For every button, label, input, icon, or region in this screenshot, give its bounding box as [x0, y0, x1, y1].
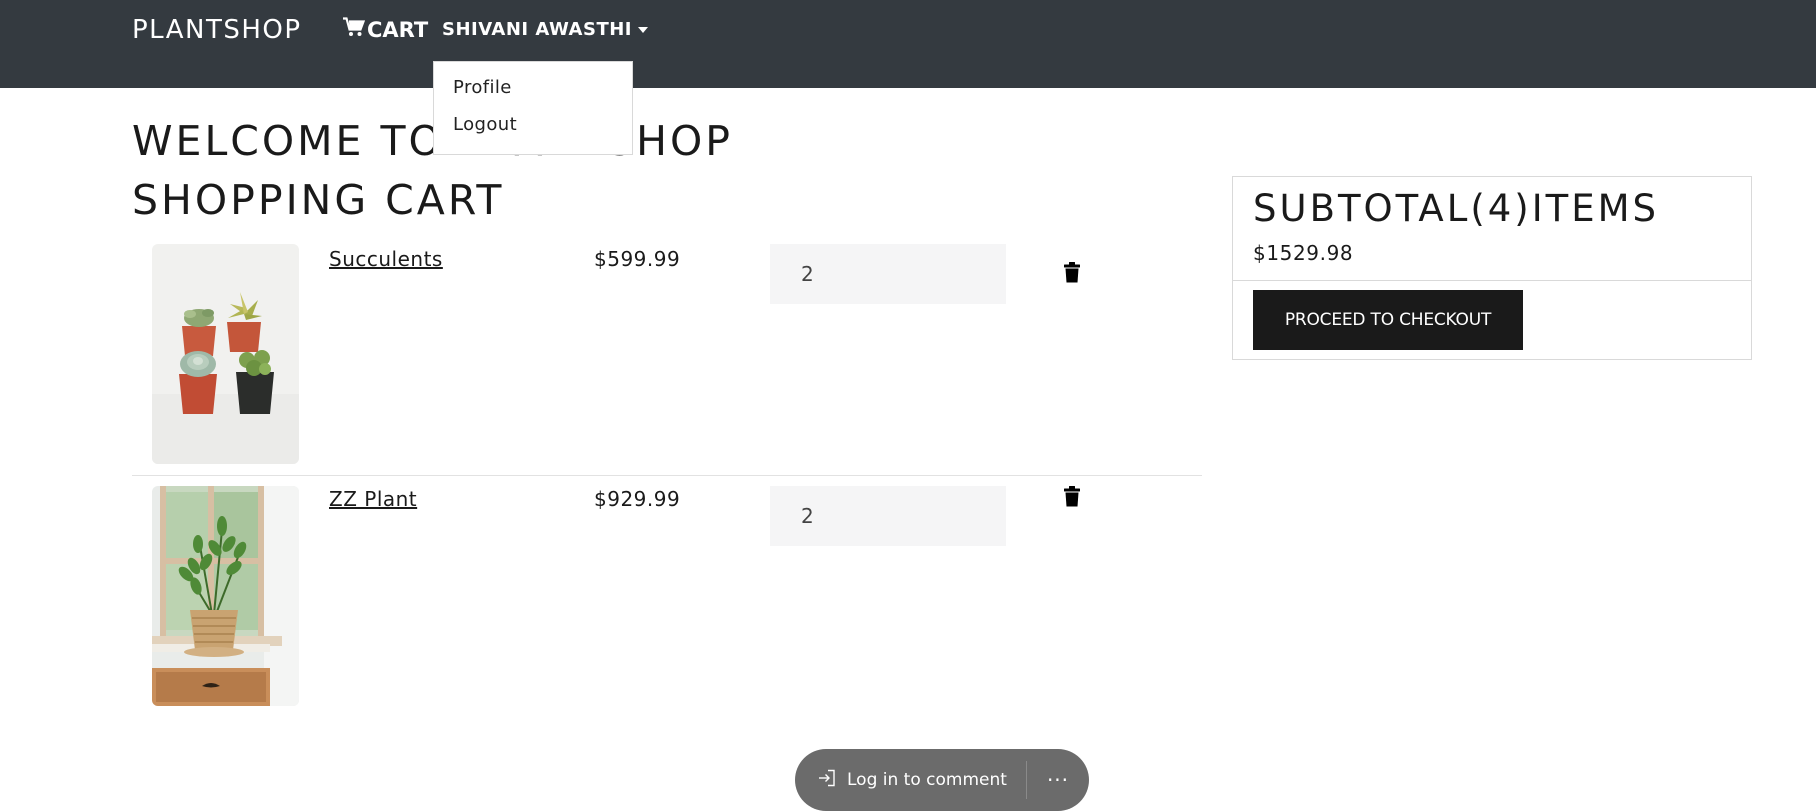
brand-link[interactable]: PLANTSHOP — [132, 14, 302, 46]
cart-heading: SHOPPING CART — [132, 176, 505, 224]
product-link[interactable]: Succulents — [329, 246, 443, 272]
cart-item-row: Succulents $599.99 2 — [132, 244, 1202, 470]
cart-icon — [343, 16, 366, 44]
quantity-select[interactable]: 2 — [770, 244, 1006, 304]
order-summary-card: SUBTOTAL(4)ITEMS $1529.98 PROCEED TO CHE… — [1232, 176, 1752, 360]
product-image-zz-plant[interactable] — [152, 486, 299, 706]
user-dropdown-menu: Profile Logout — [433, 61, 633, 155]
cart-link-label: CART — [367, 18, 429, 42]
login-to-comment-button[interactable]: Log in to comment — [795, 761, 1027, 799]
comment-toolbar: Log in to comment ··· — [795, 749, 1089, 811]
navbar: PLANTSHOP CART SHIVANI AWASTHI — [0, 0, 1816, 88]
product-image-succulents[interactable] — [152, 244, 299, 464]
product-price: $599.99 — [594, 247, 681, 271]
product-price: $929.99 — [594, 487, 681, 511]
quantity-select[interactable]: 2 — [770, 486, 1006, 546]
summary-title: SUBTOTAL(4)ITEMS — [1253, 187, 1660, 230]
trash-icon[interactable] — [1064, 486, 1080, 507]
product-link[interactable]: ZZ Plant — [329, 486, 417, 512]
cart-link[interactable]: CART — [343, 16, 428, 44]
cart-item-row: ZZ Plant $929.99 2 — [132, 475, 1202, 706]
dropdown-item-logout[interactable]: Logout — [434, 112, 632, 149]
user-menu-toggle[interactable]: SHIVANI AWASTHI — [442, 18, 648, 42]
user-name: SHIVANI AWASTHI — [442, 19, 632, 40]
dropdown-item-profile[interactable]: Profile — [434, 75, 632, 112]
more-options-button[interactable]: ··· — [1027, 770, 1089, 790]
chevron-down-icon — [638, 27, 648, 33]
login-to-comment-label: Log in to comment — [847, 770, 1007, 790]
summary-divider — [1233, 280, 1751, 281]
checkout-button[interactable]: PROCEED TO CHECKOUT — [1253, 290, 1523, 350]
summary-total: $1529.98 — [1253, 241, 1354, 265]
sign-in-icon — [817, 768, 837, 792]
trash-icon[interactable] — [1064, 262, 1080, 283]
